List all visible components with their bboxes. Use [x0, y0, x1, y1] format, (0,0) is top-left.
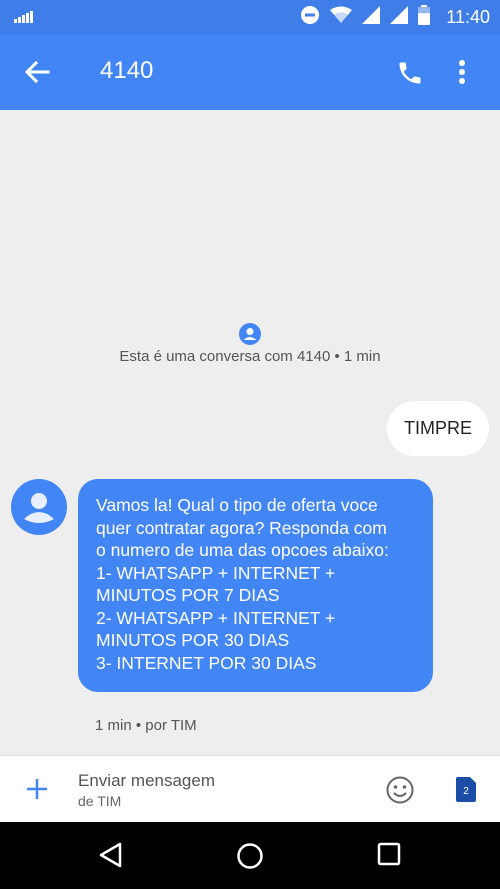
more-vert-icon[interactable]	[458, 59, 466, 90]
compose-bar: Enviar mensagem de TIM 2	[0, 755, 500, 823]
signal-icon	[14, 10, 34, 28]
message-input-placeholder: Enviar mensagem	[78, 771, 216, 790]
nav-home-icon[interactable]	[236, 842, 264, 875]
cell-signal-icon	[362, 5, 381, 29]
conversation-title: 4140	[100, 57, 154, 84]
wifi-icon	[330, 6, 353, 29]
message-input[interactable]: Enviar mensagem de TIM	[78, 771, 215, 809]
nav-back-icon[interactable]	[98, 842, 122, 873]
clock: 11:40	[446, 6, 490, 27]
avatar-icon[interactable]	[11, 479, 67, 535]
cell-signal-icon	[390, 5, 409, 29]
sim-badge: 2	[463, 786, 469, 797]
emoji-icon[interactable]	[385, 775, 415, 810]
message-meta: 1 min • por TIM	[95, 717, 197, 734]
incoming-message[interactable]: Vamos la! Qual o tipo de oferta voce que…	[78, 479, 433, 692]
app-bar: 4140	[0, 34, 500, 110]
navigation-bar	[0, 822, 500, 889]
sim-icon[interactable]: 2	[456, 777, 476, 802]
phone-icon[interactable]	[396, 59, 424, 92]
contact-icon	[239, 323, 261, 350]
outgoing-message[interactable]: TIMPRE	[386, 401, 489, 456]
back-arrow-icon[interactable]	[24, 60, 50, 89]
battery-icon	[418, 4, 431, 30]
nav-recents-icon[interactable]	[377, 842, 401, 871]
message-list[interactable]: Esta é uma conversa com 4140 • 1 min TIM…	[0, 110, 500, 755]
sim-label: de TIM	[78, 793, 122, 809]
dnd-icon	[300, 5, 320, 30]
conversation-info: Esta é uma conversa com 4140 • 1 min	[119, 348, 381, 365]
add-icon[interactable]	[26, 778, 48, 805]
status-bar: 11:40	[0, 0, 500, 34]
